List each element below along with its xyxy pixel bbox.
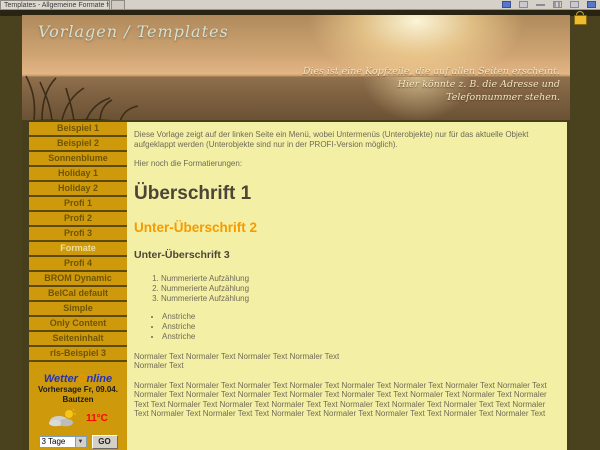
numbered-list-item: Nummerierte Aufzählung	[161, 284, 555, 294]
folder-icon[interactable]	[570, 1, 579, 8]
browser-tab-stub[interactable]	[111, 0, 125, 9]
site-container: Vorlagen / Templates Dies ist eine Kopfz…	[22, 15, 570, 450]
heading-2: Unter-Überschrift 2	[134, 221, 555, 235]
temperature: 11°C	[86, 413, 108, 424]
sidebar-menu-item[interactable]: Holiday 1	[29, 167, 127, 180]
minimize-icon[interactable]	[536, 1, 545, 6]
formats-label: Hier noch die Formatierungen:	[134, 159, 555, 169]
sidebar-menu: Beispiel 1 Beispiel 2 Sonnenblume Holida…	[29, 122, 127, 360]
forecast-city: Bautzen	[29, 395, 127, 405]
sidebar-menu-item[interactable]: Only Content	[29, 317, 127, 330]
intro-paragraph: Diese Vorlage zeigt auf der linken Seite…	[134, 130, 555, 149]
numbered-list: Nummerierte AufzählungNummerierte Aufzäh…	[134, 274, 555, 304]
sidebar-menu-item[interactable]: Simple	[29, 302, 127, 315]
apps-grid-icon[interactable]	[553, 1, 562, 8]
bullet-list-item: Anstriche	[162, 312, 555, 322]
bullet-list: AnstricheAnstricheAnstriche	[134, 312, 555, 342]
browser-toolbar	[502, 1, 596, 8]
sidebar-menu-item[interactable]: BelCal default	[29, 287, 127, 300]
wetteronline-logo[interactable]: WetterOnline	[29, 373, 127, 385]
tagline-line: Dies ist eine Kopfzeile, die auf allen S…	[303, 65, 560, 78]
forecast-range-select[interactable]: 3 Tage ▼	[39, 436, 87, 448]
sidebar-menu-item[interactable]: Profi 3	[29, 227, 127, 240]
normal-text-line: Normaler Text	[134, 361, 555, 371]
help-icon[interactable]	[587, 1, 596, 8]
window-icon[interactable]	[519, 1, 528, 8]
forecast-range-value: 3 Tage	[40, 437, 75, 447]
page-background: Vorlagen / Templates Dies ist eine Kopfz…	[0, 10, 600, 450]
site-title: Vorlagen / Templates	[38, 22, 229, 41]
sidebar-menu-item[interactable]: Seiteninhalt	[29, 332, 127, 345]
sun-behind-cloud-icon	[48, 409, 78, 427]
sidebar: Beispiel 1 Beispiel 2 Sonnenblume Holida…	[22, 120, 127, 450]
sidebar-menu-item[interactable]: Beispiel 2	[29, 137, 127, 150]
numbered-list-item: Nummerierte Aufzählung	[161, 294, 555, 304]
chevron-down-icon[interactable]: ▼	[75, 437, 86, 447]
normal-text-paragraph: Normaler Text Normaler Text Normaler Tex…	[134, 381, 555, 419]
browser-tab-bar: Templates - Allgemeine Formate für Texte…	[0, 0, 600, 10]
sidebar-menu-item[interactable]: Profi 2	[29, 212, 127, 225]
bullet-list-item: Anstriche	[162, 322, 555, 332]
bullet-list-item: Anstriche	[162, 332, 555, 342]
browser-tab-title: Templates - Allgemeine Formate für Texte…	[4, 2, 110, 9]
padlock-icon[interactable]	[574, 11, 585, 24]
beach-grass-silhouette	[22, 70, 182, 120]
sidebar-menu-item[interactable]: rls-Beispiel 3	[29, 347, 127, 360]
header-tagline: Dies ist eine Kopfzeile, die auf allen S…	[303, 65, 560, 104]
sidebar-menu-item[interactable]: Formate	[29, 242, 127, 255]
tagline-line: Telefonnummer stehen.	[303, 91, 560, 104]
columns: Beispiel 1 Beispiel 2 Sonnenblume Holida…	[22, 120, 570, 450]
heading-3: Unter-Überschrift 3	[134, 250, 555, 261]
tagline-line: Hier könnte z. B. die Adresse und	[303, 78, 560, 91]
sidebar-menu-item[interactable]: Beispiel 1	[29, 122, 127, 135]
sidebar-menu-item[interactable]: BROM Dynamic	[29, 272, 127, 285]
numbered-list-item: Nummerierte Aufzählung	[161, 274, 555, 284]
sidebar-menu-item[interactable]: Holiday 2	[29, 182, 127, 195]
screen: Templates - Allgemeine Formate für Texte…	[0, 0, 600, 450]
sidebar-menu-item[interactable]: Profi 1	[29, 197, 127, 210]
heading-1: Überschrift 1	[134, 184, 555, 204]
print-icon[interactable]	[502, 1, 511, 8]
sidebar-menu-item[interactable]: Sonnenblume	[29, 152, 127, 165]
site-header-image: Vorlagen / Templates Dies ist eine Kopfz…	[22, 15, 570, 120]
browser-tab[interactable]: Templates - Allgemeine Formate für Texte…	[0, 0, 110, 9]
normal-text-line: Normaler Text Normaler Text Normaler Tex…	[134, 352, 555, 362]
sidebar-menu-item[interactable]: Profi 4	[29, 257, 127, 270]
forecast-date: Vorhersage Fr, 09.04.	[29, 385, 127, 395]
main-content: Diese Vorlage zeigt auf der linken Seite…	[127, 120, 570, 450]
go-button[interactable]: GO	[92, 435, 118, 449]
weather-widget: WetterOnline Vorhersage Fr, 09.04. Bautz…	[29, 373, 127, 449]
normal-text-block: Normaler Text Normaler Text Normaler Tex…	[134, 352, 555, 371]
